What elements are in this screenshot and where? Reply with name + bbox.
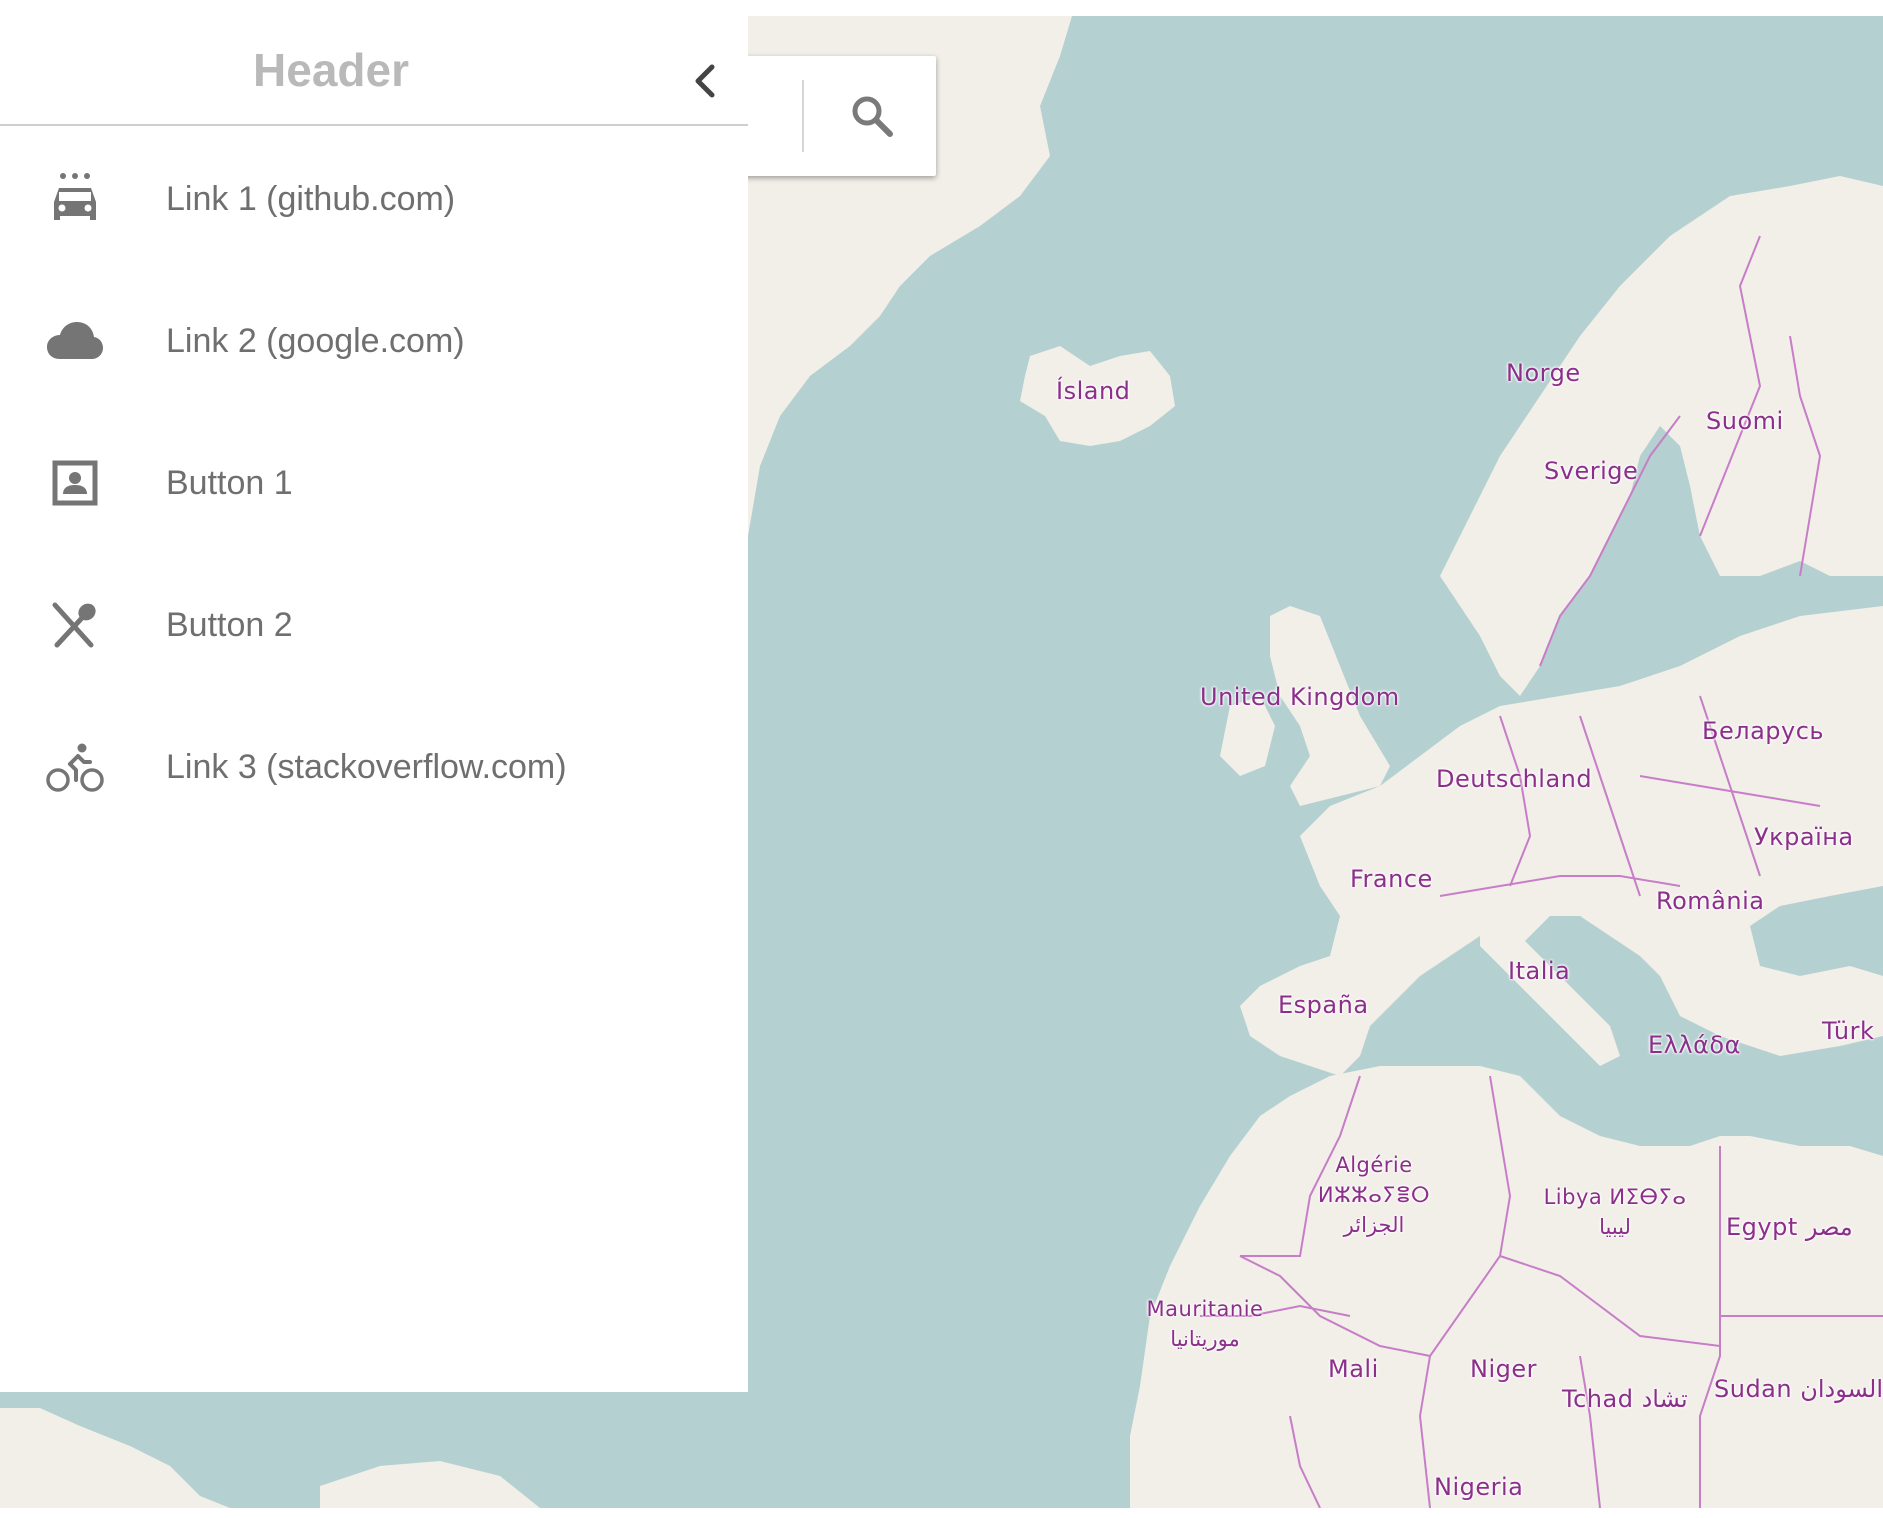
map-label-libya-arabic: ليبيا [1599, 1215, 1631, 1239]
map-label-libya: Libya ⵍⵉⴱⵢⴰ ليبيا [1530, 1182, 1700, 1242]
map-label-romania: România [1656, 887, 1765, 915]
map-label-island: Ísland [1056, 377, 1131, 405]
map-label-sverige: Sverige [1544, 457, 1639, 485]
map-label-algerie-arabic: الجزائر [1343, 1213, 1405, 1237]
collapse-sidebar-button[interactable] [680, 56, 730, 106]
map-label-espana: España [1278, 991, 1369, 1019]
sidebar-nav: Link 1 (github.com) Link 2 (google.com) [0, 128, 748, 838]
contact-card-icon [46, 454, 104, 512]
map-label-mauritanie: Mauritanie موريتانيا [1130, 1294, 1280, 1354]
map-label-ellada: Ελλάδα [1648, 1031, 1741, 1059]
map-label-libya-latin: Libya ⵍⵉⴱⵢⴰ [1543, 1185, 1687, 1209]
map-label-algerie-tifinagh: ⵍⵣⵣⴰⵢⴻⵔ [1317, 1183, 1431, 1207]
sidebar-header: Header [0, 0, 748, 126]
map-label-nigeria: Nigeria [1434, 1473, 1524, 1501]
south-america-landmass [320, 1461, 540, 1508]
map-label-mauritanie-arabic: موريتانيا [1170, 1327, 1240, 1351]
map-label-ukraina: Україна [1754, 823, 1854, 851]
search-button[interactable] [808, 56, 936, 176]
map-label-norge: Norge [1506, 359, 1581, 387]
map-label-algerie-latin: Algérie [1335, 1153, 1413, 1177]
map-label-turkiye: Türk [1822, 1017, 1875, 1045]
sidebar-item-link-3[interactable]: Link 3 (stackoverflow.com) [0, 696, 748, 838]
sidebar-header-title: Header [253, 44, 409, 96]
sidebar: Header Link 1 (github.com) Link 2 (googl… [0, 0, 748, 1392]
sidebar-item-link-2[interactable]: Link 2 (google.com) [0, 270, 748, 412]
italy-landmass [1480, 916, 1620, 1066]
search-divider [802, 80, 804, 152]
map-label-belarus: Беларусь [1702, 717, 1825, 745]
sidebar-item-button-2[interactable]: Button 2 [0, 554, 748, 696]
map-label-niger: Niger [1470, 1355, 1537, 1383]
sidebar-item-label: Link 1 (github.com) [166, 179, 456, 218]
map-label-france: France [1350, 865, 1433, 893]
cloud-icon [46, 312, 104, 370]
sidebar-item-label: Link 3 (stackoverflow.com) [166, 747, 567, 786]
map-label-egypt: Egypt مصر [1726, 1213, 1853, 1241]
car-wash-icon [46, 170, 104, 228]
map-label-suomi: Suomi [1706, 407, 1784, 435]
chevron-left-icon [695, 64, 715, 98]
sidebar-item-label: Button 1 [166, 463, 293, 502]
sidebar-item-label: Button 2 [166, 605, 293, 644]
sidebar-item-button-1[interactable]: Button 1 [0, 412, 748, 554]
map-label-algerie: Algérie ⵍⵣⵣⴰⵢⴻⵔ الجزائر [1304, 1150, 1444, 1240]
map-label-united-kingdom: United Kingdom [1200, 683, 1400, 711]
map-label-tchad: Tchad تشاد [1562, 1385, 1688, 1413]
map-label-deutschland: Deutschland [1436, 765, 1593, 793]
africa-landmass [1130, 1066, 1883, 1508]
map-label-italia: Italia [1508, 957, 1571, 985]
search-icon [852, 96, 893, 137]
bicycle-icon [46, 738, 104, 796]
app: Ísland Norge Suomi Sverige United Kingdo… [0, 0, 1883, 1518]
sidebar-item-label: Link 2 (google.com) [166, 321, 465, 360]
map-label-mauritanie-latin: Mauritanie [1146, 1297, 1264, 1321]
restaurant-icon [46, 596, 104, 654]
sidebar-item-link-1[interactable]: Link 1 (github.com) [0, 128, 748, 270]
map-label-sudan: Sudan السودان [1714, 1375, 1883, 1403]
map-label-mali: Mali [1328, 1355, 1379, 1383]
americas-landmass [0, 1408, 230, 1508]
